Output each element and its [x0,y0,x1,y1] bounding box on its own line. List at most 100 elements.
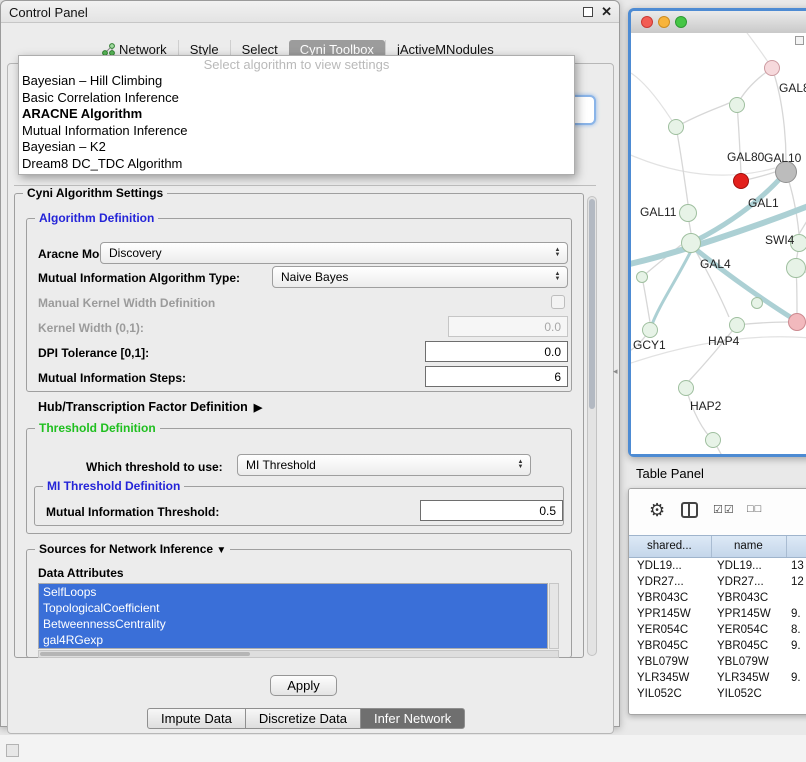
graph-node[interactable] [751,297,763,309]
bottom-tabstrip: Impute Data Discretize Data Infer Networ… [147,708,465,729]
manual-kernel-width-checkbox[interactable] [551,295,565,309]
list-item[interactable]: BetweennessCentrality [39,616,547,632]
network-canvas[interactable]: GAL8 GAL80 GAL10 GAL11 GAL1 SWI4 GAL4 GC… [631,33,806,454]
list-item[interactable]: SelfLoops [39,584,547,600]
combo-value: Discovery [109,246,162,260]
close-icon[interactable]: ✕ [601,4,612,20]
dropdown-item[interactable]: Dream8 DC_TDC Algorithm [19,156,574,173]
tab-impute-data[interactable]: Impute Data [147,708,246,729]
node-label: HAP4 [708,334,739,348]
graph-node-gcy1[interactable] [642,322,658,338]
graph-node[interactable] [705,432,721,448]
which-threshold-combo[interactable]: MI Threshold ▲▼ [237,454,531,476]
hub-definition-label: Hub/Transcription Factor Definition [38,400,248,414]
dropdown-item[interactable]: Bayesian – Hill Climbing [19,73,574,90]
node-label: GCY1 [633,338,666,352]
table-row[interactable]: YLR345WYLR345W9. [629,670,806,686]
list-horizontal-scrollbar[interactable] [38,650,559,658]
table-panel-window: ⚙ ☑☑ □□ shared... name YDL19...YDL19...1… [628,488,806,715]
gear-icon[interactable]: ⚙ [649,500,665,521]
table-row[interactable]: YDL19...YDL19...13 [629,558,806,574]
graph-node-gal11[interactable] [679,204,697,222]
scrollbar-thumb[interactable] [40,652,250,656]
combo-value: MI Threshold [246,458,316,472]
table-row[interactable]: YIL052CYIL052C [629,686,806,702]
table-row[interactable]: YBL079WYBL079W [629,654,806,670]
float-window-icon[interactable] [583,7,593,17]
table-row[interactable]: YER054CYER054C8. [629,622,806,638]
table-row[interactable]: YBR043CYBR043C [629,590,806,606]
field-value: 0.0 [544,345,561,359]
node-label: HAP2 [690,399,721,413]
graph-node-selected-red[interactable] [733,173,749,189]
traffic-light-zoom-icon[interactable] [675,16,687,28]
graph-node-hap2[interactable] [678,380,694,396]
dropdown-placeholder[interactable]: Select algorithm to view settings [19,56,574,73]
table-row[interactable]: YBR045CYBR045C9. [629,638,806,654]
graph-node[interactable] [788,313,806,331]
graph-node[interactable] [729,97,745,113]
sources-title: Sources for Network Inference [39,542,213,556]
cell: 12 [791,574,804,590]
data-attributes-list: SelfLoops TopologicalCoefficient Between… [38,583,548,649]
kernel-width-label: Kernel Width (0,1): [38,321,144,335]
hidden-groupbox-edge [14,185,596,186]
graph-node[interactable] [786,258,806,278]
hub-definition-toggle[interactable]: Hub/Transcription Factor Definition ▶ [38,400,262,414]
list-item[interactable]: TopologicalCoefficient [39,600,547,616]
dropdown-item-selected[interactable]: ARACNE Algorithm [19,106,574,123]
mi-steps-label: Mutual Information Steps: [38,371,186,385]
dropdown-item[interactable]: Mutual Information Inference [19,123,574,140]
column-header[interactable]: name [734,540,763,552]
panel-grip-icon[interactable] [6,744,19,757]
traffic-light-close-icon[interactable] [641,16,653,28]
unchecked-boxes-icon[interactable]: □□ [747,503,762,515]
graph-node[interactable] [636,271,648,283]
mi-algorithm-type-combo[interactable]: Naive Bayes ▲▼ [272,266,568,288]
columns-icon[interactable] [681,502,698,518]
graph-node[interactable] [764,60,780,76]
cell: YLR345W [717,670,769,686]
graph-node[interactable] [668,119,684,135]
network-window-titlebar[interactable] [631,11,806,33]
aracne-mode-combo[interactable]: Discovery ▲▼ [100,242,568,264]
sources-title-toggle[interactable]: Sources for Network Inference ▼ [35,542,230,556]
dpi-tolerance-field[interactable]: 0.0 [425,341,568,362]
graph-mini-node[interactable] [795,36,804,45]
list-vertical-scrollbar[interactable] [549,583,559,649]
column-separator[interactable] [786,536,787,557]
panel-splitter-handle[interactable]: ◂ [613,366,618,377]
scrollbar-thumb[interactable] [589,199,595,409]
chevron-updown-icon: ▲▼ [551,269,564,285]
triangle-down-icon[interactable]: ▼ [216,545,226,556]
table-row[interactable]: YPR145WYPR145W9. [629,606,806,622]
cell: YDR27... [637,574,684,590]
graph-node-gal4[interactable] [681,233,701,253]
column-separator[interactable] [711,536,712,557]
column-header[interactable]: shared... [647,540,692,552]
checked-boxes-icon[interactable]: ☑☑ [713,503,735,516]
cell: YDL19... [637,558,682,574]
triangle-right-icon[interactable]: ▶ [254,402,262,414]
tab-label: Infer Network [374,711,451,726]
settings-scrollbar[interactable] [587,196,597,656]
dropdown-item[interactable]: Bayesian – K2 [19,139,574,156]
node-label: GAL11 [640,205,676,219]
data-attributes-label: Data Attributes [38,566,124,580]
cell: YBL079W [637,654,689,670]
mi-threshold-field[interactable]: 0.5 [420,500,563,521]
list-item[interactable]: gal4RGexp [39,632,547,648]
mi-threshold-label: Mutual Information Threshold: [46,505,219,519]
traffic-light-minimize-icon[interactable] [658,16,670,28]
apply-button[interactable]: Apply [270,675,337,696]
control-panel-titlebar[interactable]: Control Panel ✕ [1,1,619,23]
kernel-width-field[interactable]: 0.0 [448,316,568,337]
graph-node-hap4[interactable] [729,317,745,333]
algorithm-dropdown-popup: Select algorithm to view settings Bayesi… [18,55,575,175]
tab-infer-network[interactable]: Infer Network [360,708,465,729]
tab-discretize-data[interactable]: Discretize Data [245,708,361,729]
table-row[interactable]: YDR27...YDR27...12 [629,574,806,590]
dropdown-item[interactable]: Basic Correlation Inference [19,90,574,107]
mi-steps-field[interactable]: 6 [425,366,568,387]
combo-value: Naive Bayes [281,270,348,284]
